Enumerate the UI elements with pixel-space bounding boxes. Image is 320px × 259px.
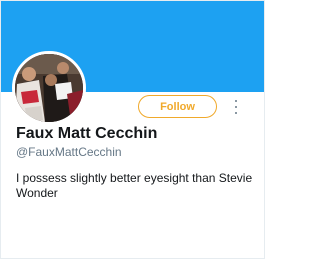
profile-name[interactable]: Faux Matt Cecchin bbox=[16, 125, 157, 143]
follow-button[interactable]: Follow bbox=[138, 95, 217, 118]
avatar[interactable] bbox=[12, 51, 86, 125]
more-vertical-icon[interactable] bbox=[233, 100, 239, 114]
more-dot bbox=[235, 112, 237, 114]
more-dot bbox=[235, 100, 237, 102]
profile-handle[interactable]: @FauxMattCecchin bbox=[16, 145, 122, 159]
profile-bio: I possess slightly better eyesight than … bbox=[16, 171, 253, 200]
more-dot bbox=[235, 106, 237, 108]
profile-card: Follow Faux Matt Cecchin @FauxMattCecchi… bbox=[0, 0, 265, 259]
